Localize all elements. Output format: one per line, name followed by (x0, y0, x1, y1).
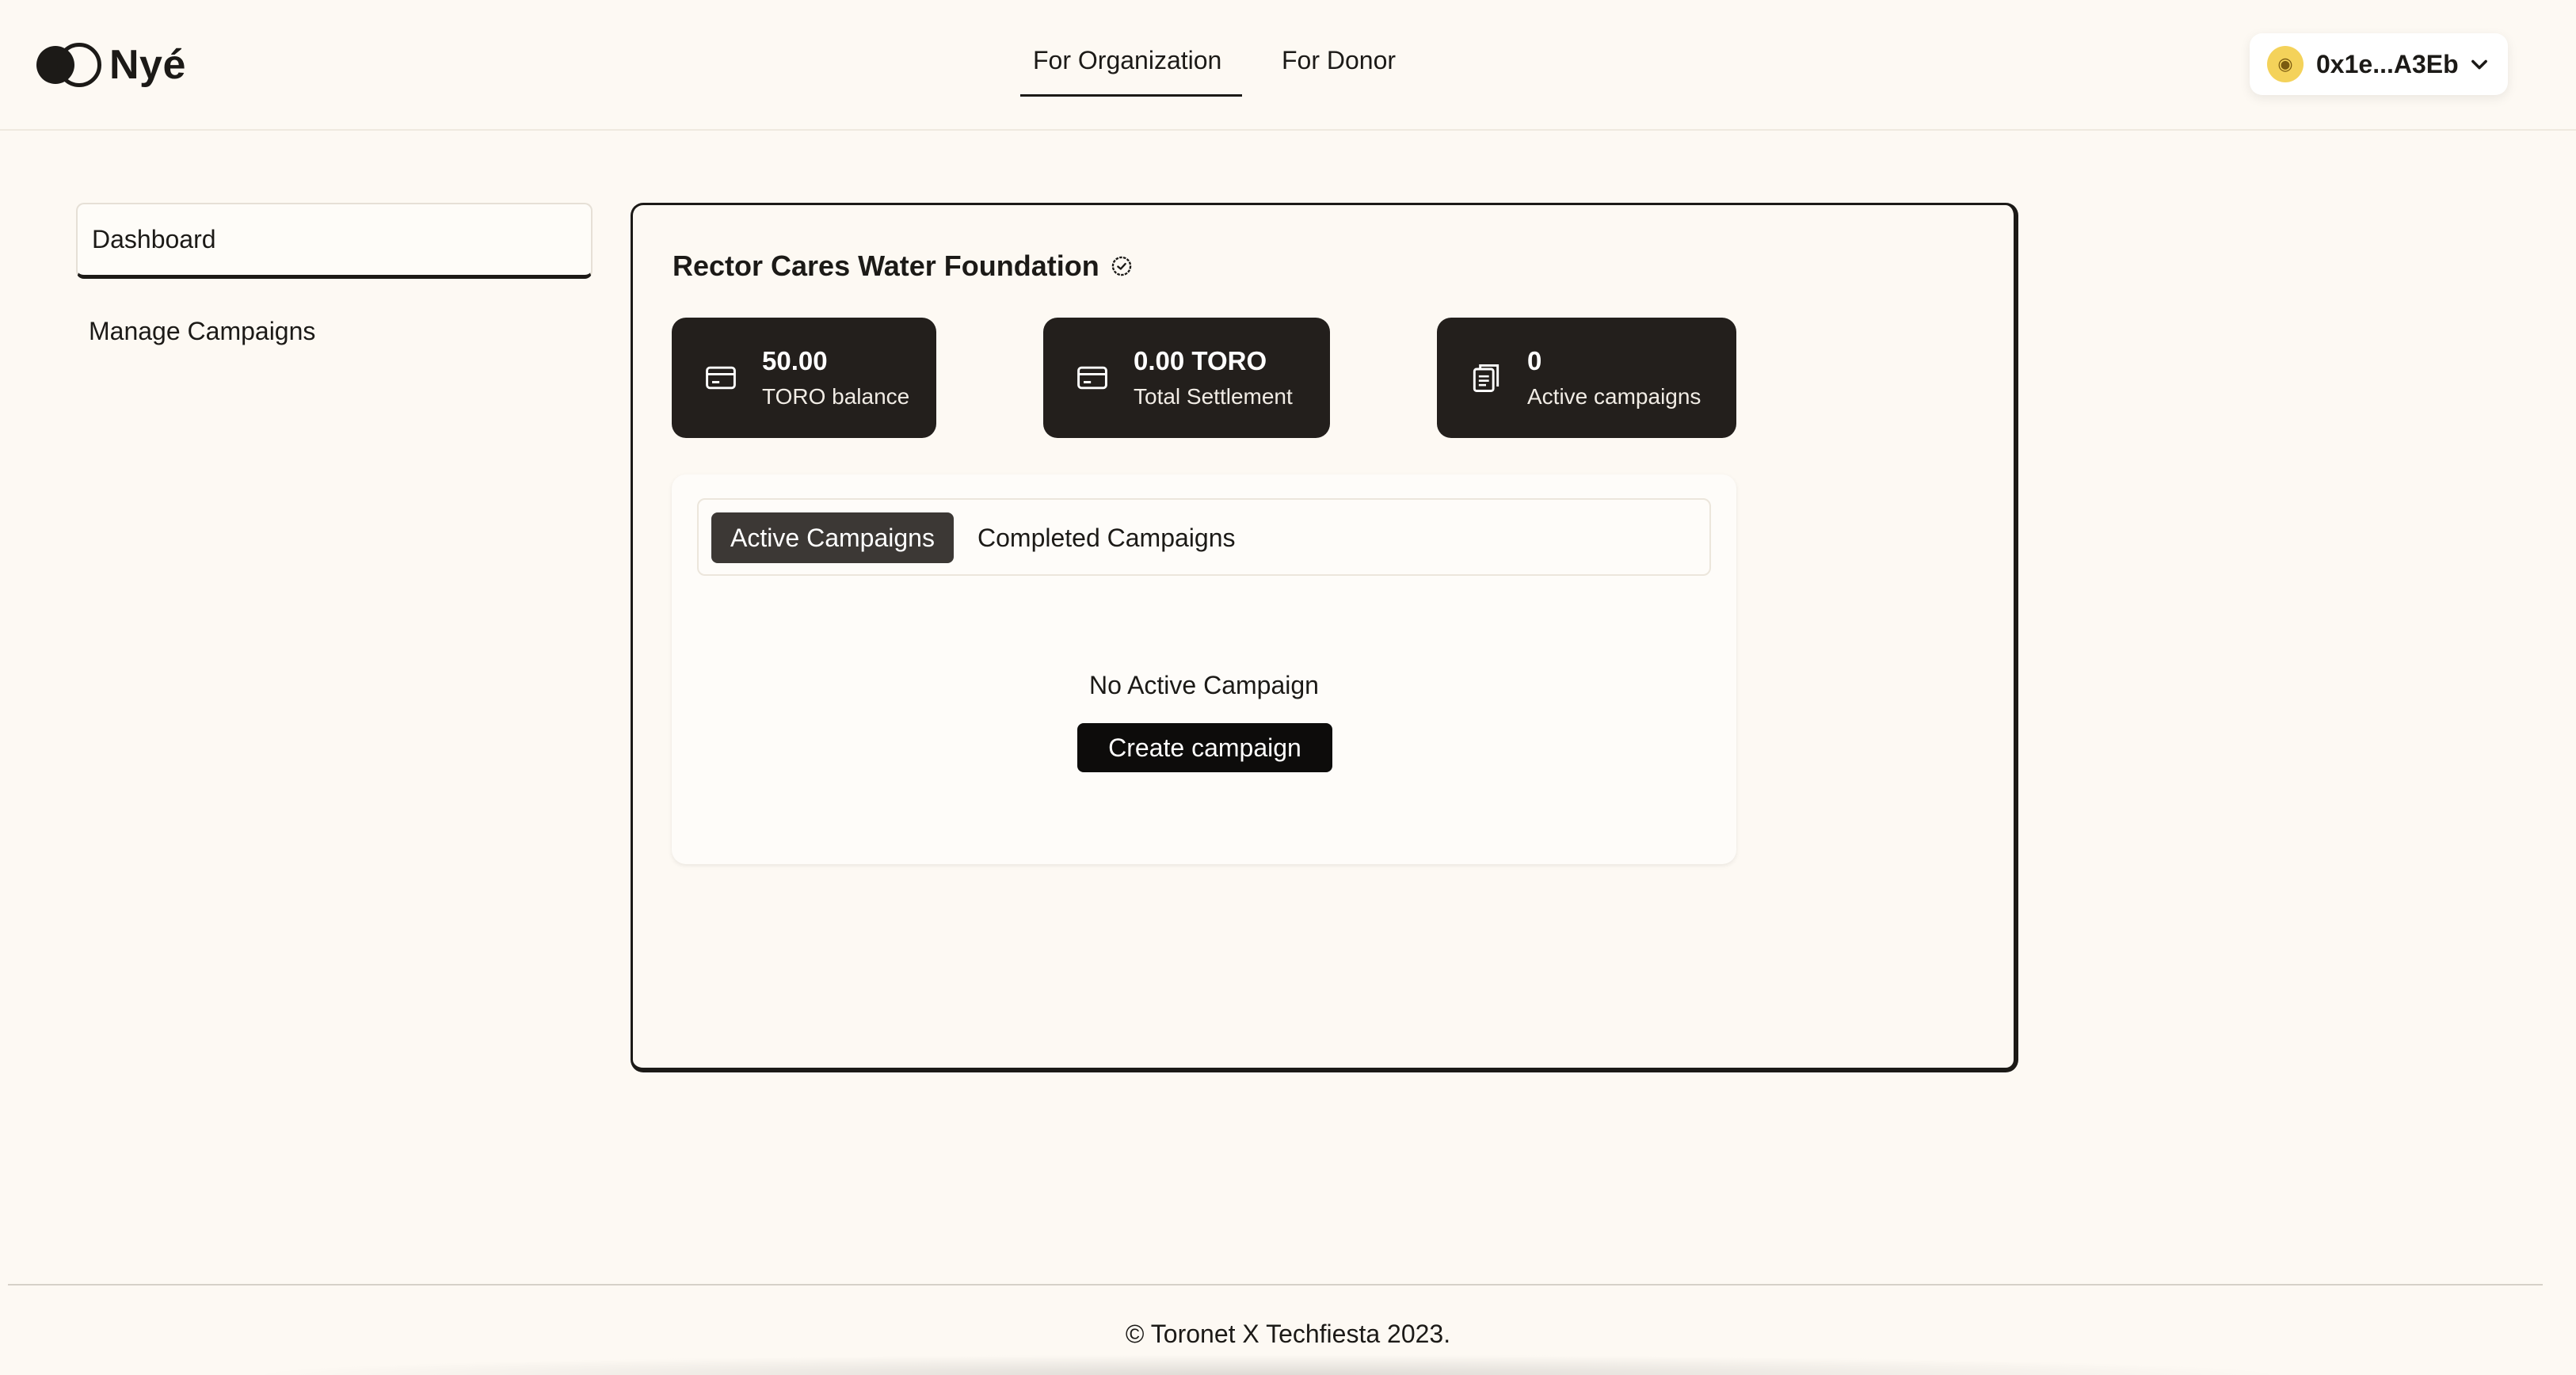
verified-check-icon (1111, 256, 1131, 276)
sidebar-item-dashboard[interactable]: Dashboard (76, 203, 593, 279)
tab-active-campaigns[interactable]: Active Campaigns (711, 512, 954, 563)
tab-completed-campaigns[interactable]: Completed Campaigns (977, 524, 1236, 553)
nav-active-underline (1020, 94, 1242, 97)
campaign-tabs: Active Campaigns Completed Campaigns (697, 498, 1711, 576)
stat-value: 0.00 TORO (1134, 346, 1267, 375)
stat-label: Active campaigns (1527, 384, 1701, 409)
stat-card-toro-balance: 50.00 TORO balance (672, 318, 936, 438)
footer-shadow (238, 1354, 2297, 1375)
clipboard-icon (1473, 364, 1499, 392)
sidebar-item-label: Dashboard (92, 225, 216, 253)
stat-label: Total Settlement (1134, 384, 1293, 409)
dashboard-panel: Rector Cares Water Foundation 50.00 TORO… (631, 203, 2018, 1072)
top-header: Nyé For Organization For Donor ◉ 0x1e...… (0, 0, 2576, 131)
stat-card-total-settlement: 0.00 TORO Total Settlement (1043, 318, 1330, 438)
sidebar-item-manage-campaigns[interactable]: Manage Campaigns (89, 317, 315, 346)
wallet-address: 0x1e...A3Eb (2316, 49, 2459, 78)
nav-for-donor[interactable]: For Donor (1282, 46, 1396, 75)
brand-name: Nyé (109, 42, 186, 88)
campaigns-card: Active Campaigns Completed Campaigns No … (672, 474, 1736, 864)
wallet-button[interactable]: ◉ 0x1e...A3Eb (2250, 33, 2508, 95)
chevron-down-icon (2471, 59, 2487, 70)
stat-value: 50.00 (762, 346, 828, 375)
credit-card-icon (1077, 366, 1107, 390)
empty-state-text: No Active Campaign (1089, 671, 1319, 699)
credit-card-icon (706, 366, 736, 390)
stat-value: 0 (1527, 346, 1542, 375)
nav-for-organization[interactable]: For Organization (1033, 46, 1221, 75)
cat-avatar-icon: ◉ (2267, 46, 2304, 82)
org-title: Rector Cares Water Foundation (673, 249, 1133, 283)
logo-icon (36, 43, 103, 87)
stat-label: TORO balance (762, 384, 910, 409)
org-name: Rector Cares Water Foundation (673, 249, 1099, 282)
footer-divider (8, 1284, 2543, 1285)
footer-copyright: © Toronet X Techfiesta 2023. (1125, 1320, 1451, 1348)
stat-card-active-campaigns: 0 Active campaigns (1437, 318, 1736, 438)
create-campaign-button[interactable]: Create campaign (1077, 723, 1332, 772)
brand-logo[interactable]: Nyé (36, 41, 186, 89)
